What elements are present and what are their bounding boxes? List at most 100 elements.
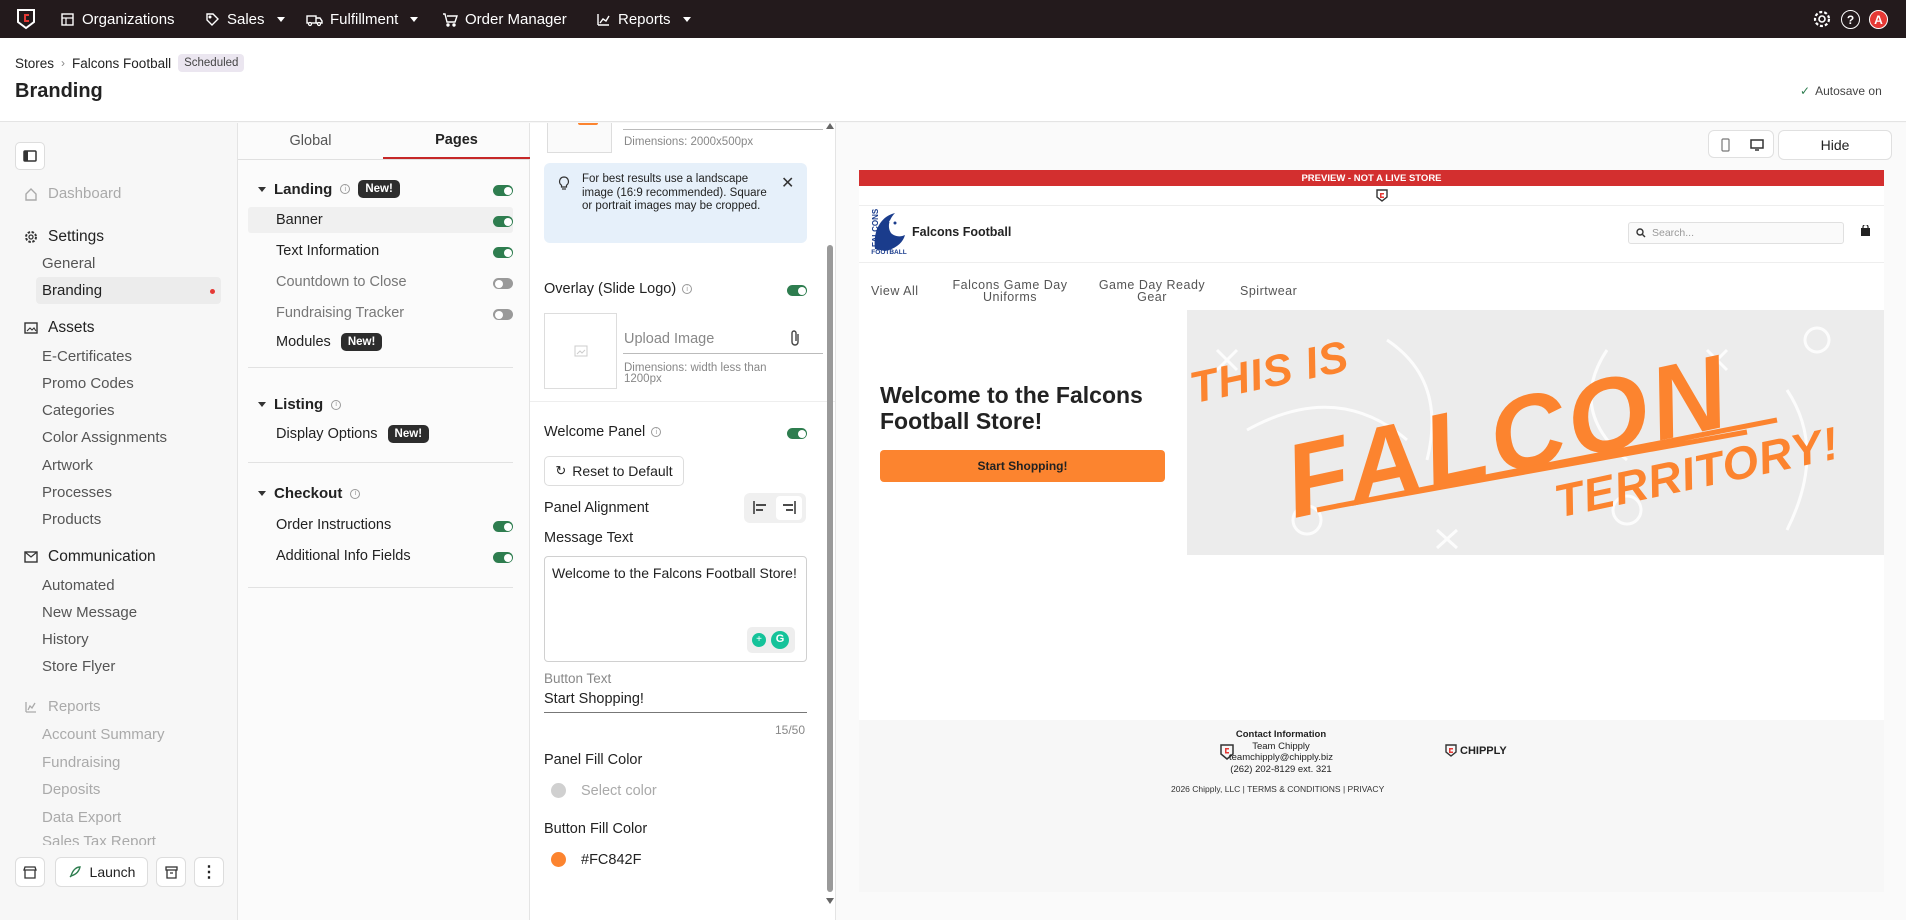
sidebar-item-data-export[interactable]: Data Export	[42, 809, 121, 826]
sidebar-item-artwork[interactable]: Artwork	[42, 457, 93, 474]
nav-order-manager[interactable]: Order Manager	[442, 0, 567, 38]
gear-icon[interactable]	[1812, 9, 1832, 29]
button-fill-value[interactable]: #FC842F	[581, 852, 641, 868]
order-instructions-toggle[interactable]	[493, 521, 513, 532]
reset-to-default-button[interactable]: ↻ Reset to Default	[544, 456, 684, 486]
autosave-label: Autosave on	[1815, 84, 1882, 98]
preview-warning-banner: PREVIEW - NOT A LIVE STORE	[859, 170, 1884, 186]
upload-image-label[interactable]: Upload Image	[624, 331, 714, 347]
button-fill-swatch[interactable]	[551, 852, 566, 867]
message-text-area[interactable]: Welcome to the Falcons Football Store! +…	[544, 556, 807, 662]
help-icon[interactable]: ?	[1841, 10, 1860, 29]
sidebar-item-dashboard[interactable]: Dashboard	[24, 185, 121, 202]
scroll-down-icon[interactable]	[826, 898, 834, 904]
nav-reports[interactable]: Reports	[596, 0, 691, 38]
sidebar-item-deposits[interactable]: Deposits	[42, 781, 100, 798]
storefront-button[interactable]	[15, 857, 45, 887]
panel-fill-swatch[interactable]	[551, 783, 566, 798]
section-item-display-options[interactable]: Display Options New!	[276, 425, 430, 443]
button-text-input[interactable]: Start Shopping!	[544, 691, 644, 707]
paperclip-icon[interactable]	[789, 329, 801, 347]
nav-organizations[interactable]: Organizations	[60, 0, 175, 38]
align-left-icon[interactable]	[753, 501, 767, 514]
nav-fulfillment[interactable]: Fulfillment	[306, 0, 419, 38]
collapse-sidebar-button[interactable]	[15, 142, 45, 170]
section-checkout[interactable]: Checkout i	[258, 485, 361, 502]
section-item-banner[interactable]: Banner	[276, 212, 323, 228]
sidebar-item-branding[interactable]: Branding	[36, 277, 221, 304]
contact-email[interactable]: teamchipply@chipply.biz	[1171, 752, 1391, 764]
store-nav-spiritwear[interactable]: Spirtwear	[1240, 285, 1297, 298]
sidebar-item-new-message[interactable]: New Message	[42, 604, 137, 621]
start-shopping-button[interactable]: Start Shopping!	[880, 450, 1165, 482]
sidebar-item-processes[interactable]: Processes	[42, 484, 112, 501]
sidebar-item-automated[interactable]: Automated	[42, 577, 115, 594]
chevron-down-icon	[258, 186, 266, 192]
breadcrumb-store-link[interactable]: Falcons Football	[72, 56, 171, 71]
additional-info-toggle[interactable]	[493, 552, 513, 563]
sidebar-section-reports[interactable]: Reports	[24, 698, 101, 715]
tab-pages[interactable]: Pages	[383, 123, 530, 159]
section-item-fundraising-tracker[interactable]: Fundraising Tracker	[276, 305, 404, 321]
sidebar-item-fundraising[interactable]: Fundraising	[42, 754, 120, 771]
section-landing[interactable]: Landing i New!	[258, 180, 400, 198]
sidebar-item-history[interactable]: History	[42, 631, 89, 648]
sidebar-section-communication[interactable]: Communication	[24, 548, 156, 566]
breadcrumb-stores-link[interactable]: Stores	[15, 56, 54, 71]
avatar[interactable]: A	[1869, 10, 1888, 29]
shopping-bag-icon[interactable]	[1860, 225, 1871, 237]
store-nav-uniforms[interactable]: Falcons Game Day Uniforms	[949, 279, 1071, 304]
sidebar-section-assets[interactable]: Assets	[24, 319, 95, 337]
sidebar-item-color-assignments[interactable]: Color Assignments	[42, 429, 167, 446]
nav-sales[interactable]: Sales	[205, 0, 285, 38]
section-item-order-instructions[interactable]: Order Instructions	[276, 517, 391, 533]
sidebar-section-settings[interactable]: Settings	[24, 228, 104, 246]
terms-link[interactable]: TERMS & CONDITIONS	[1247, 784, 1341, 794]
overlay-toggle[interactable]	[787, 285, 807, 296]
text-information-toggle[interactable]	[493, 247, 513, 258]
scroll-up-icon[interactable]	[826, 123, 834, 129]
sidebar-item-promo-codes[interactable]: Promo Codes	[42, 375, 134, 392]
section-item-additional-info[interactable]: Additional Info Fields	[276, 548, 411, 564]
modules-label: Modules	[276, 334, 331, 350]
welcome-panel-toggle[interactable]	[787, 428, 807, 439]
store-nav-view-all[interactable]: View All	[871, 285, 919, 298]
countdown-toggle[interactable]	[493, 278, 513, 289]
sidebar-item-store-flyer[interactable]: Store Flyer	[42, 658, 115, 675]
launch-button[interactable]: Launch	[55, 857, 148, 887]
writing-assistant[interactable]: + G	[747, 627, 795, 653]
welcome-heading: Welcome to the Falcons Football Store!	[880, 382, 1143, 434]
banner-dimensions: Dimensions: 2000x500px	[624, 136, 754, 148]
banner-toggle[interactable]	[493, 216, 513, 227]
align-right-button[interactable]	[776, 496, 802, 520]
sidebar-item-sales-tax-report[interactable]: Sales Tax Report	[42, 835, 156, 845]
section-listing[interactable]: Listing i	[258, 396, 342, 413]
new-badge: New!	[358, 180, 400, 198]
sidebar-item-categories[interactable]: Categories	[42, 402, 115, 419]
mobile-icon[interactable]	[1721, 138, 1730, 152]
sidebar-item-products[interactable]: Products	[42, 511, 101, 528]
landing-toggle[interactable]	[493, 185, 513, 196]
more-options-icon[interactable]: ⋮	[194, 857, 224, 887]
sidebar-item-general[interactable]: General	[42, 255, 95, 272]
scrollbar[interactable]	[826, 123, 834, 920]
sidebar-item-account-summary[interactable]: Account Summary	[42, 726, 165, 743]
overlay-image-placeholder[interactable]	[544, 313, 617, 389]
section-item-countdown[interactable]: Countdown to Close	[276, 274, 407, 290]
desktop-icon[interactable]	[1750, 139, 1764, 151]
section-item-modules[interactable]: Modules New!	[276, 333, 383, 351]
archive-button[interactable]	[156, 857, 186, 887]
privacy-link[interactable]: PRIVACY	[1348, 784, 1385, 794]
banner-thumbnail[interactable]	[547, 123, 612, 153]
hide-preview-button[interactable]: Hide	[1778, 130, 1892, 160]
scrollbar-thumb[interactable]	[827, 245, 833, 892]
sidebar-item-e-certificates[interactable]: E-Certificates	[42, 348, 132, 365]
fundraising-tracker-toggle[interactable]	[493, 309, 513, 320]
tab-global[interactable]: Global	[238, 123, 383, 159]
close-icon[interactable]: ✕	[781, 173, 794, 193]
store-search-input[interactable]: Search...	[1628, 222, 1844, 244]
chipply-logo-icon[interactable]	[14, 8, 38, 30]
panel-fill-select[interactable]: Select color	[581, 783, 657, 799]
store-nav-game-day-gear[interactable]: Game Day Ready Gear	[1091, 279, 1213, 304]
section-item-text-information[interactable]: Text Information	[276, 243, 379, 259]
